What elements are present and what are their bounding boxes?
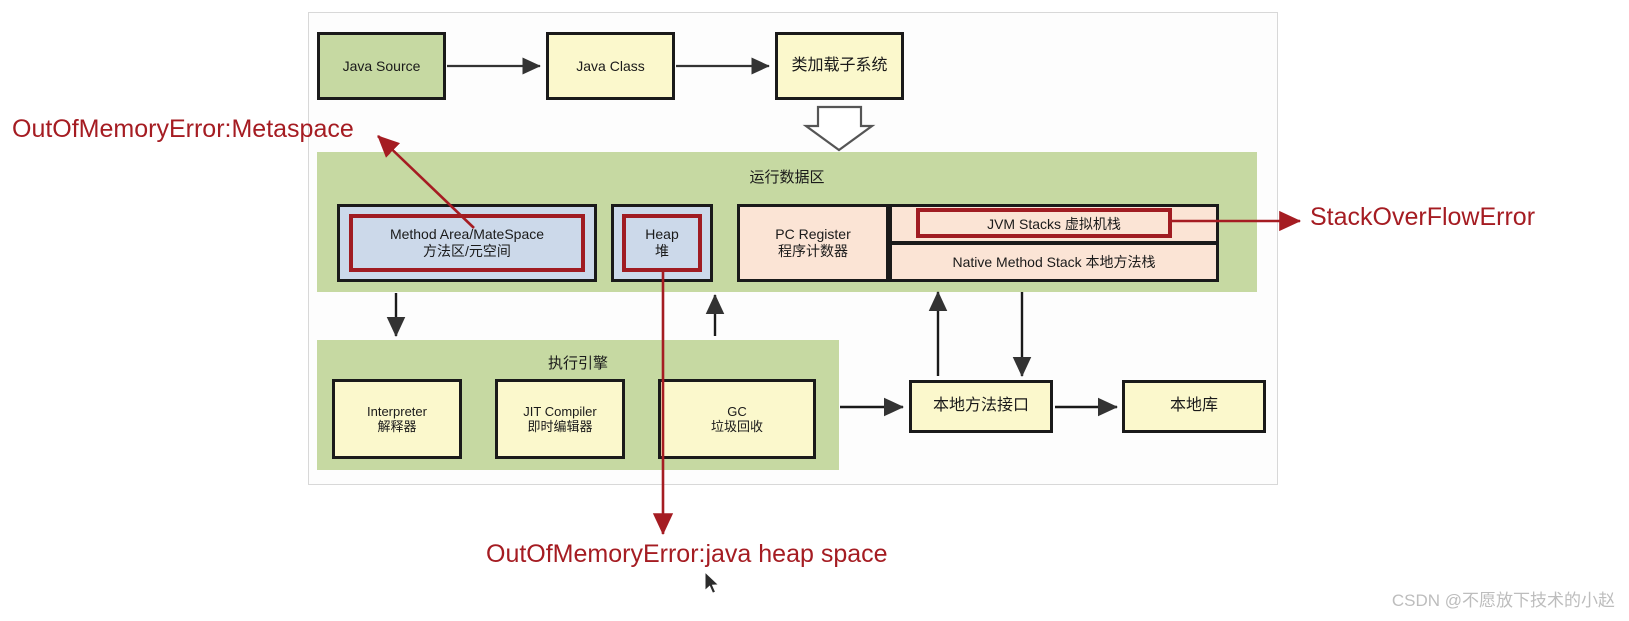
box-native-interface[interactable]: 本地方法接口 xyxy=(909,380,1053,433)
mouse-cursor-icon xyxy=(704,571,720,594)
box-gc[interactable]: GC 垃圾回收 xyxy=(658,379,816,459)
box-pc-register[interactable]: PC Register 程序计数器 xyxy=(737,204,889,282)
box-interpreter-label-en: Interpreter xyxy=(367,403,427,419)
box-gc-label-zh: 垃圾回收 xyxy=(710,419,763,434)
box-interpreter[interactable]: Interpreter 解释器 xyxy=(332,379,462,459)
annotation-stackoverflow-error: StackOverFlowError xyxy=(1310,203,1536,231)
box-method-area-label-en: Method Area/MateSpace xyxy=(389,226,545,243)
box-java-source-label: Java Source xyxy=(342,57,421,74)
box-native-library[interactable]: 本地库 xyxy=(1122,380,1266,433)
box-jit-compiler[interactable]: JIT Compiler 即时编辑器 xyxy=(495,379,625,459)
box-gc-label-en: GC xyxy=(727,403,747,419)
box-class-loader[interactable]: 类加载子系统 xyxy=(775,32,904,100)
diagram-canvas: Java Source Java Class 类加载子系统 运行数据区 Meth… xyxy=(0,0,1629,621)
box-jit-compiler-label-zh: 即时编辑器 xyxy=(527,419,593,434)
box-jit-compiler-label-en: JIT Compiler xyxy=(523,403,597,419)
box-heap[interactable]: Heap 堆 xyxy=(611,204,713,282)
box-java-class-label: Java Class xyxy=(576,57,645,74)
box-jvm-stacks-label: JVM Stacks 虚拟机栈 xyxy=(987,215,1121,232)
box-native-method-stack-label: Native Method Stack 本地方法栈 xyxy=(952,253,1156,270)
watermark-csdn: CSDN @不愿放下技术的小赵 xyxy=(1391,591,1615,610)
box-pc-register-label-zh: 程序计数器 xyxy=(778,243,848,259)
box-method-area-label-zh: 方法区/元空间 xyxy=(423,243,511,259)
annotation-heap-space-error: OutOfMemoryError:java heap space xyxy=(486,540,888,568)
box-method-area[interactable]: Method Area/MateSpace 方法区/元空间 xyxy=(337,204,597,282)
box-native-interface-label: 本地方法接口 xyxy=(932,397,1029,415)
box-pc-register-label-en: PC Register xyxy=(775,226,851,243)
box-native-library-label: 本地库 xyxy=(1169,397,1218,415)
box-java-source[interactable]: Java Source xyxy=(317,32,446,100)
annotation-metaspace-error: OutOfMemoryError:Metaspace xyxy=(12,115,354,143)
box-heap-label-zh: 堆 xyxy=(655,243,669,259)
runtime-data-area-title: 运行数据区 xyxy=(749,169,825,186)
box-native-method-stack[interactable]: Native Method Stack 本地方法栈 xyxy=(889,243,1219,282)
box-java-class[interactable]: Java Class xyxy=(546,32,675,100)
box-heap-label-en: Heap xyxy=(645,226,679,243)
box-jvm-stacks[interactable]: JVM Stacks 虚拟机栈 xyxy=(889,204,1219,243)
box-interpreter-label-zh: 解释器 xyxy=(377,419,417,434)
execution-engine-title: 执行引擎 xyxy=(547,355,608,372)
box-class-loader-label: 类加载子系统 xyxy=(791,56,888,74)
